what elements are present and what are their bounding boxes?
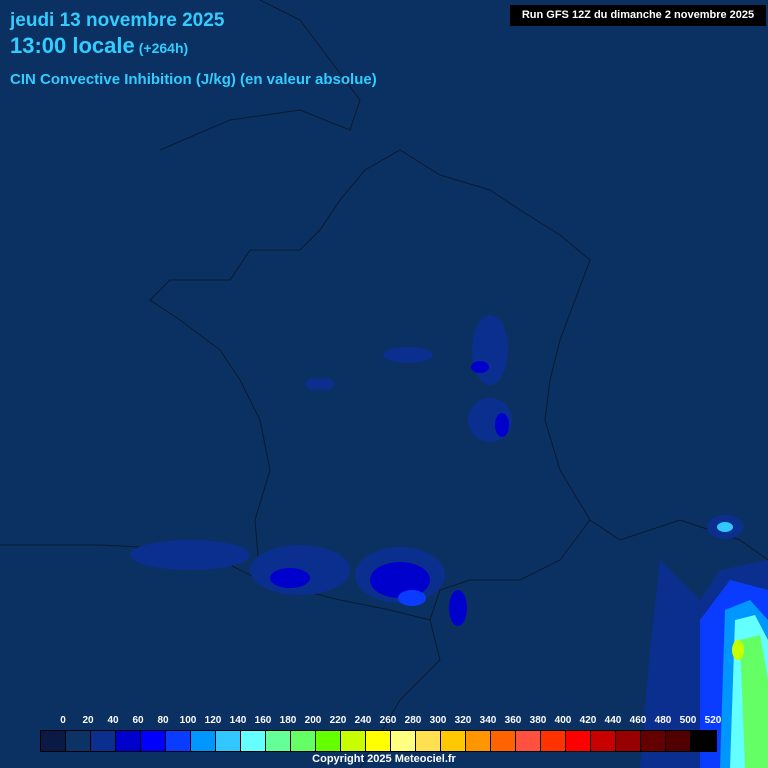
forecast-date: jeudi 13 novembre 2025	[10, 10, 225, 31]
cin-area	[130, 540, 250, 570]
legend-swatch	[316, 731, 341, 751]
legend-swatch	[566, 731, 591, 751]
cin-area	[717, 522, 733, 532]
parameter-title: CIN Convective Inhibition (J/kg) (en val…	[10, 71, 377, 88]
legend-swatch	[616, 731, 641, 751]
cin-area	[472, 315, 508, 385]
lead-time: (+264h)	[138, 40, 189, 56]
legend-swatch	[516, 731, 541, 751]
legend-labels: 0 20 40 60 80 100 120 140 160 180 200 220 240 260 280 3…	[0, 715, 768, 729]
legend-swatch	[191, 731, 216, 751]
legend-swatch	[441, 731, 466, 751]
cin-map	[0, 0, 768, 768]
legend-label: 520	[704, 715, 722, 726]
legend-swatch	[266, 731, 291, 751]
cin-area	[305, 378, 335, 390]
legend-swatch	[141, 731, 166, 751]
cin-area	[471, 361, 489, 373]
legend-swatch	[541, 731, 566, 751]
legend-swatch	[666, 731, 691, 751]
legend-swatch	[66, 731, 91, 751]
cin-area	[383, 347, 433, 363]
legend-swatch	[291, 731, 316, 751]
legend-swatch	[591, 731, 616, 751]
cin-area	[732, 640, 744, 660]
legend-swatch	[691, 731, 716, 751]
cin-area	[398, 590, 426, 606]
legend-swatch	[491, 731, 516, 751]
legend-swatch	[166, 731, 191, 751]
legend-swatch	[341, 731, 366, 751]
legend-swatch	[366, 731, 391, 751]
legend-swatch	[241, 731, 266, 751]
run-info: Run GFS 12Z du dimanche 2 novembre 2025	[510, 5, 766, 26]
legend-swatch	[641, 731, 666, 751]
cin-area	[449, 590, 467, 626]
cin-area	[495, 413, 509, 437]
legend-swatch	[391, 731, 416, 751]
legend-swatch	[41, 731, 66, 751]
copyright: Copyright 2025 Meteociel.fr	[312, 753, 456, 765]
legend-swatch	[466, 731, 491, 751]
color-legend	[40, 730, 717, 752]
local-time: 13:00 locale	[10, 33, 135, 58]
cin-area	[270, 568, 310, 588]
forecast-time: 13:00 locale (+264h)	[10, 33, 188, 59]
legend-swatch	[416, 731, 441, 751]
legend-swatch	[116, 731, 141, 751]
legend-swatch	[216, 731, 241, 751]
legend-swatch	[91, 731, 116, 751]
